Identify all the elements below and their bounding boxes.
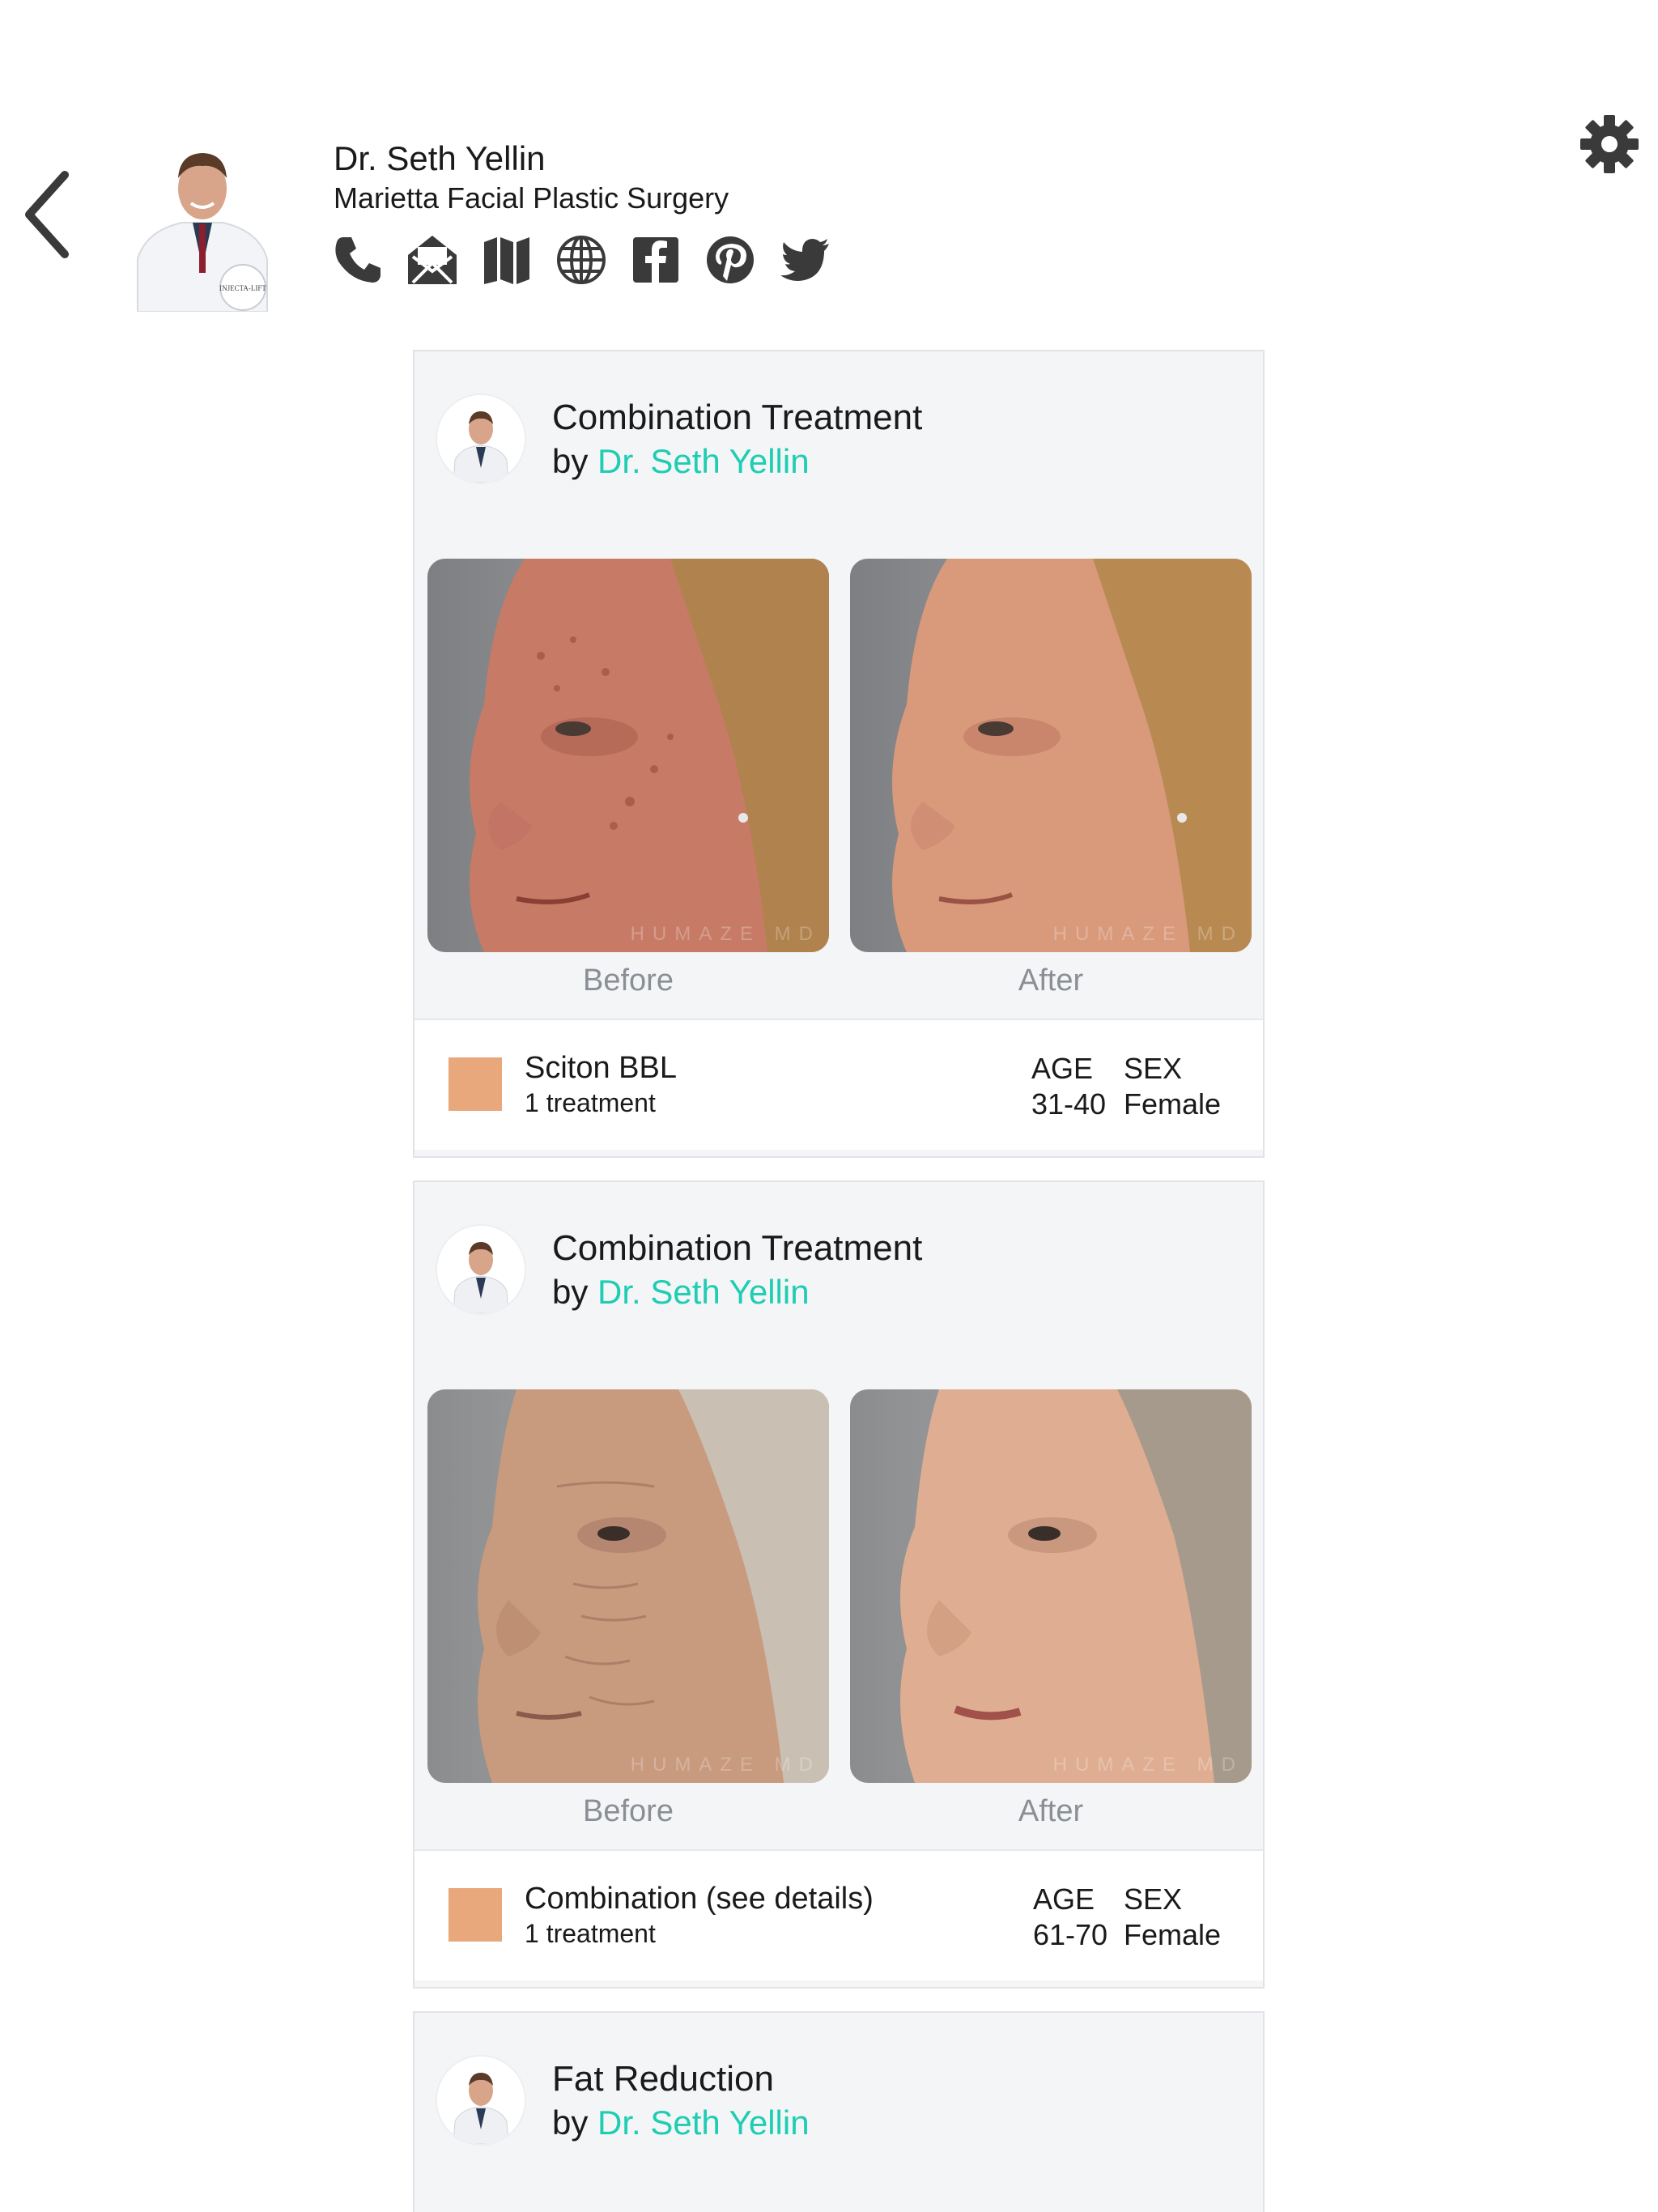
author-avatar [437, 2057, 525, 2144]
treatment-count: 1 treatment [525, 1919, 656, 1948]
card-byline: by Dr. Seth Yellin [552, 1273, 810, 1311]
watermark: HUMAZE MD [1052, 1754, 1244, 1776]
author-link[interactable]: Dr. Seth Yellin [597, 2104, 810, 2142]
age-value: 31-40 [1031, 1087, 1107, 1121]
back-button[interactable] [15, 166, 79, 263]
case-info-bar: Sciton BBL 1 treatment AGE 31-40 SEX Fem… [414, 1019, 1263, 1150]
before-label: Before [583, 963, 674, 998]
gear-icon [1580, 115, 1639, 173]
case-card[interactable]: Fat Reduction by Dr. Seth Yellin [413, 2011, 1265, 2212]
sex-column: SEX Female [1124, 1051, 1221, 1122]
before-photo[interactable]: HUMAZE MD [427, 559, 829, 952]
after-photo[interactable]: HUMAZE MD [850, 1389, 1252, 1783]
practice-name: Marietta Facial Plastic Surgery [334, 181, 729, 215]
website-icon[interactable] [555, 233, 607, 287]
treatment-name: Combination (see details) [525, 1882, 874, 1916]
age-column: AGE 61-70 [1033, 1882, 1107, 1953]
twitter-icon[interactable] [779, 233, 831, 287]
sex-label: SEX [1124, 1052, 1183, 1085]
phone-icon[interactable] [332, 233, 384, 287]
after-label: After [1018, 1794, 1084, 1828]
age-column: AGE 31-40 [1031, 1051, 1106, 1122]
sex-value: Female [1124, 1087, 1222, 1121]
after-label: After [1018, 963, 1084, 998]
card-header: Fat Reduction by Dr. Seth Yellin [437, 2057, 810, 2144]
sex-column: SEX Female [1124, 1882, 1221, 1953]
card-byline: by Dr. Seth Yellin [552, 2104, 810, 2142]
treatment-color-swatch [449, 1057, 502, 1111]
author-link[interactable]: Dr. Seth Yellin [597, 1273, 810, 1311]
watermark: HUMAZE MD [1052, 923, 1244, 945]
watermark: HUMAZE MD [630, 923, 821, 945]
card-title: Combination Treatment [552, 398, 923, 437]
sex-value: Female [1124, 1918, 1222, 1951]
author-avatar [437, 1226, 525, 1313]
avatar-badge-text: INJECTA-LIFT [219, 284, 266, 292]
case-info-bar: Combination (see details) 1 treatment AG… [414, 1849, 1263, 1980]
doctor-avatar: INJECTA-LIFT [121, 125, 283, 312]
card-header: Combination Treatment by Dr. Seth Yellin [437, 395, 922, 483]
author-avatar [437, 395, 525, 483]
treatment-color-swatch [449, 1888, 502, 1942]
doctor-name: Dr. Seth Yellin [334, 139, 546, 177]
age-value: 61-70 [1033, 1918, 1108, 1951]
contact-icons-row [332, 233, 831, 287]
case-card[interactable]: Combination Treatment by Dr. Seth Yellin… [413, 350, 1265, 1158]
pinterest-icon[interactable] [704, 233, 756, 287]
chevron-left-icon [25, 171, 69, 258]
author-link[interactable]: Dr. Seth Yellin [597, 442, 810, 480]
before-label: Before [583, 1794, 674, 1828]
email-icon[interactable] [406, 233, 458, 287]
sex-label: SEX [1124, 1882, 1183, 1916]
card-byline: by Dr. Seth Yellin [552, 442, 810, 480]
card-header: Combination Treatment by Dr. Seth Yellin [437, 1226, 922, 1313]
after-photo[interactable]: HUMAZE MD [850, 559, 1252, 952]
card-title: Fat Reduction [552, 2059, 774, 2099]
case-card[interactable]: Combination Treatment by Dr. Seth Yellin… [413, 1180, 1265, 1989]
before-photo[interactable]: HUMAZE MD [427, 1389, 829, 1783]
facebook-icon[interactable] [630, 233, 682, 287]
map-icon[interactable] [481, 233, 533, 287]
treatment-name: Sciton BBL [525, 1051, 677, 1085]
age-label: AGE [1033, 1882, 1095, 1916]
treatment-count: 1 treatment [525, 1088, 656, 1117]
card-title: Combination Treatment [552, 1228, 923, 1268]
watermark: HUMAZE MD [630, 1754, 821, 1776]
settings-button[interactable] [1579, 113, 1640, 175]
age-label: AGE [1031, 1052, 1094, 1085]
